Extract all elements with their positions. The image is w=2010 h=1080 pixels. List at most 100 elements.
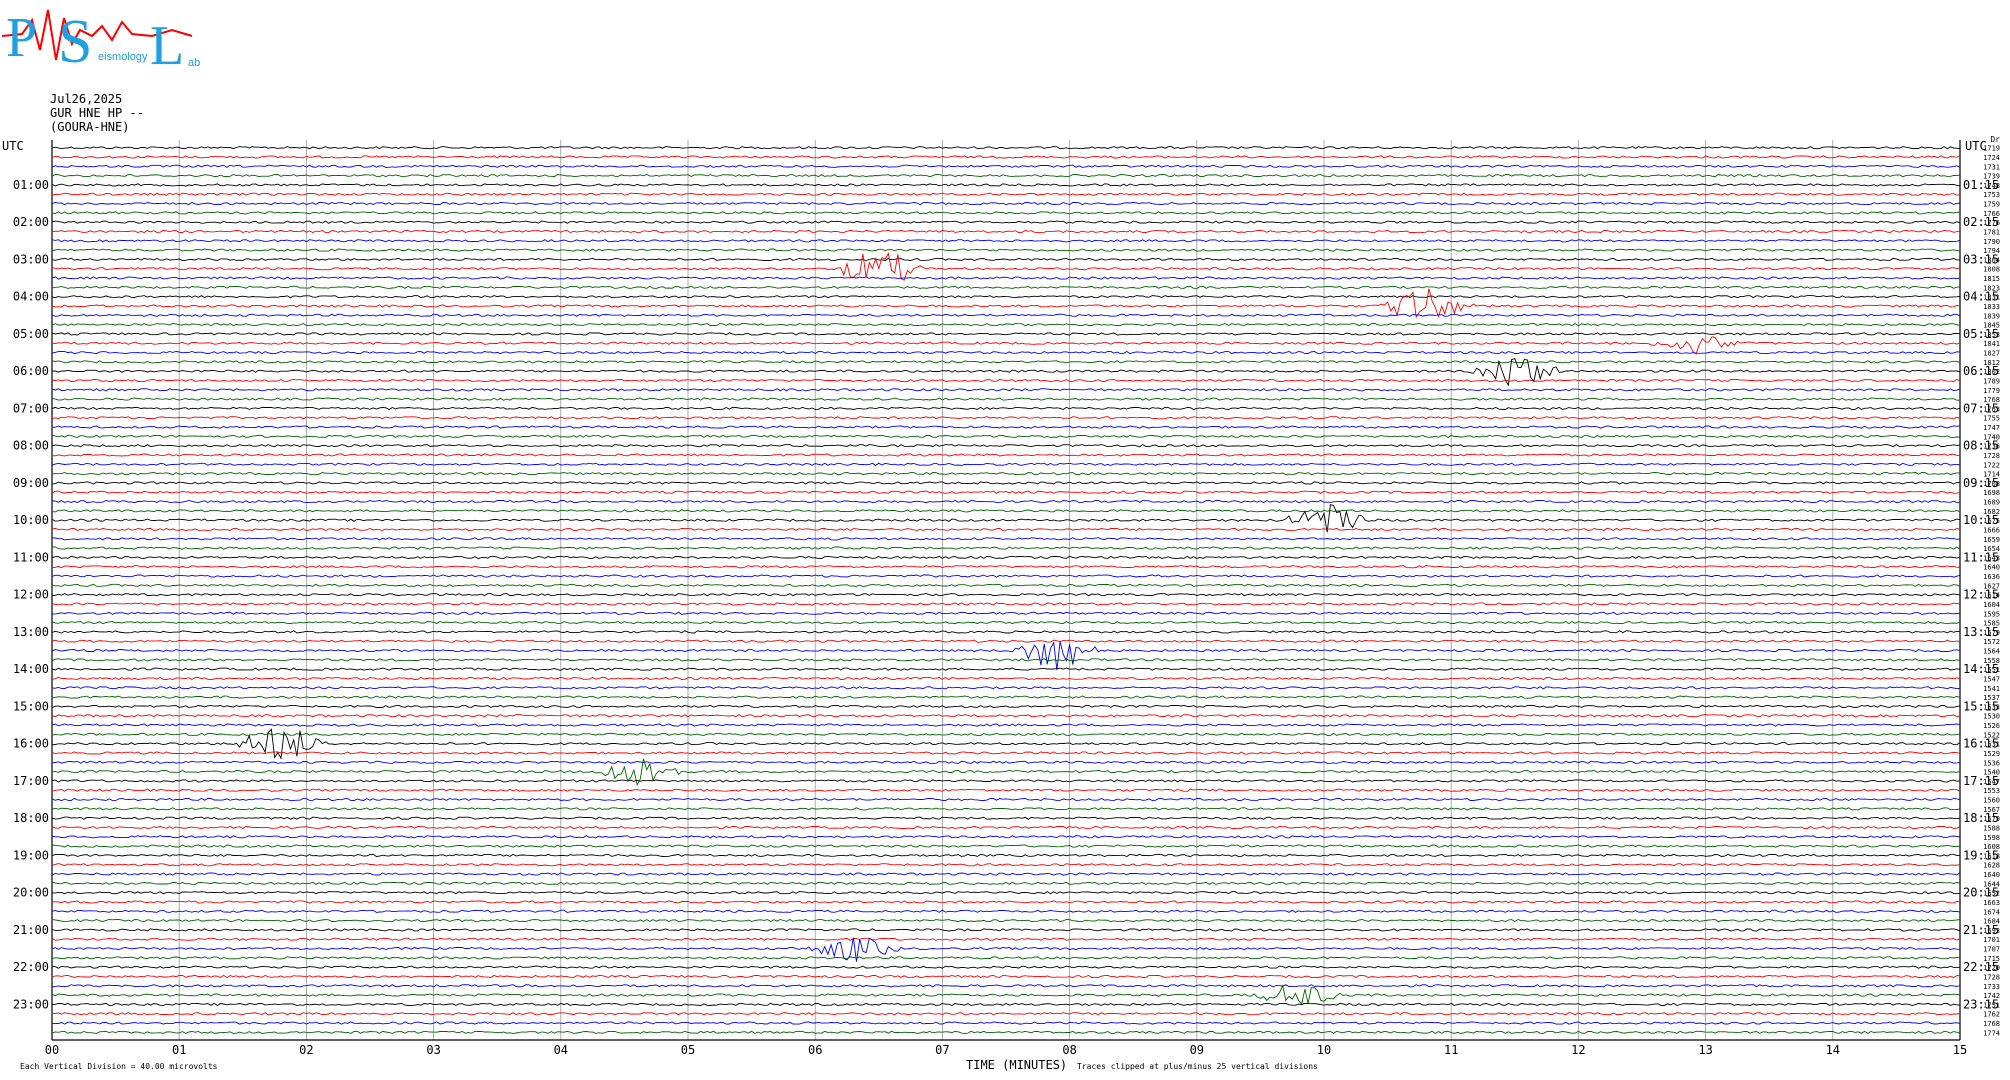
row-rms-value: 1595 xyxy=(1983,610,2000,618)
trace-row xyxy=(51,285,1961,289)
trace-row xyxy=(51,425,1961,429)
x-tick-label: 15 xyxy=(1953,1043,1967,1057)
right-time-label: 01:15 xyxy=(1963,178,1999,192)
right-time-label: 12:15 xyxy=(1963,588,1999,602)
trace-row xyxy=(51,807,1961,811)
trace-row xyxy=(51,593,1961,597)
x-tick-label: 06 xyxy=(808,1043,822,1057)
left-time-label: 19:00 xyxy=(13,848,49,862)
row-rms-value: 1731 xyxy=(1983,163,2000,171)
left-time-label: 01:00 xyxy=(13,178,49,192)
trace-row xyxy=(51,891,1961,895)
row-rms-value: 1663 xyxy=(1983,899,2000,907)
right-time-label: 02:15 xyxy=(1963,215,1999,229)
trace-row xyxy=(51,388,1961,392)
trace-row xyxy=(51,378,1961,383)
row-rms-value: 1588 xyxy=(1983,824,2000,832)
trace-row xyxy=(51,1030,1961,1034)
row-rms-value: 1536 xyxy=(1983,759,2000,767)
row-rms-value: 1815 xyxy=(1983,275,2000,283)
trace-row xyxy=(51,499,1961,504)
trace-row xyxy=(51,336,1961,355)
trace-row xyxy=(51,928,1961,932)
row-rms-value: 1839 xyxy=(1983,312,2000,320)
left-time-label: 07:00 xyxy=(13,401,49,415)
left-time-label: 12:00 xyxy=(13,588,49,602)
x-tick-label: 10 xyxy=(1317,1043,1331,1057)
row-rms-value: 1530 xyxy=(1983,713,2000,721)
right-time-label: 18:15 xyxy=(1963,811,1999,825)
right-time-label: 04:15 xyxy=(1963,290,1999,304)
row-rms-value: 1553 xyxy=(1983,787,2000,795)
row-rms-value: 1781 xyxy=(1983,228,2000,236)
trace-row xyxy=(52,1021,1961,1025)
left-time-label: 23:00 xyxy=(13,997,49,1011)
trace-row xyxy=(51,825,1961,830)
right-time-label: 20:15 xyxy=(1963,886,1999,900)
row-rms-value: 1666 xyxy=(1983,526,2000,534)
left-time-label: 02:00 xyxy=(13,215,49,229)
trace-row xyxy=(51,295,1961,299)
right-time-label: 05:15 xyxy=(1963,327,1999,341)
trace-row xyxy=(51,313,1961,317)
trace-row xyxy=(51,630,1961,634)
clip-note: Traces clipped at plus/minus 25 vertical… xyxy=(1077,1062,1318,1071)
trace-row xyxy=(51,481,1961,485)
right-time-label: 19:15 xyxy=(1963,848,1999,862)
trace-row xyxy=(51,918,1961,923)
row-rms-value: 1755 xyxy=(1983,415,2000,423)
row-rms-value: 1790 xyxy=(1983,238,2000,246)
row-rms-value: 1707 xyxy=(1983,946,2000,954)
trace-row xyxy=(51,956,1961,960)
trace-row xyxy=(51,555,1961,560)
left-axis-title: UTC xyxy=(2,139,24,153)
trace-row xyxy=(51,332,1961,336)
trace-row xyxy=(51,257,1960,261)
row-rms-value: 1724 xyxy=(1983,154,2000,162)
row-rms-value: 1701 xyxy=(1983,936,2000,944)
trace-row xyxy=(51,574,1961,578)
trace-row xyxy=(51,471,1960,476)
right-time-label: 10:15 xyxy=(1963,513,1999,527)
row-rms-value: 1728 xyxy=(1983,452,2000,460)
row-rms-value: 1628 xyxy=(1983,862,2000,870)
trace-row xyxy=(51,611,1961,615)
trace-row xyxy=(52,900,1961,904)
right-time-label: 08:15 xyxy=(1963,439,1999,453)
trace-row xyxy=(51,211,1961,215)
row-rms-value: 1640 xyxy=(1983,564,2000,572)
right-time-label: 06:15 xyxy=(1963,364,1999,378)
trace-row xyxy=(51,406,1961,411)
trace-row xyxy=(51,835,1961,839)
row-rms-value: 1564 xyxy=(1983,648,2000,656)
right-time-label: 11:15 xyxy=(1963,550,1999,564)
trace-row xyxy=(51,583,1961,587)
trace-row xyxy=(51,201,1961,206)
right-time-label: 23:15 xyxy=(1963,997,1999,1011)
trace-row xyxy=(51,641,1961,671)
trace-row xyxy=(51,527,1961,532)
row-rms-value: 1762 xyxy=(1983,1011,2000,1019)
trace-row xyxy=(51,462,1961,466)
trace-row xyxy=(51,453,1961,457)
trace-row xyxy=(51,229,1961,234)
row-rms-value: 1774 xyxy=(1983,1029,2000,1037)
trace-row xyxy=(51,779,1961,783)
x-tick-label: 04 xyxy=(554,1043,568,1057)
row-rms-value: 1789 xyxy=(1983,377,2000,385)
row-rms-value: 1722 xyxy=(1983,461,2000,469)
trace-row xyxy=(51,565,1961,569)
scale-note: Each Vertical Division = 40.00 microvolt… xyxy=(20,1062,218,1071)
trace-row xyxy=(51,444,1961,448)
trace-row xyxy=(51,322,1961,327)
trace-row xyxy=(51,164,1961,168)
x-tick-label: 00 xyxy=(45,1043,59,1057)
right-time-label: 15:15 xyxy=(1963,699,1999,713)
left-time-label: 13:00 xyxy=(13,625,49,639)
trace-row xyxy=(51,155,1961,159)
trace-row xyxy=(51,853,1961,858)
trace-row xyxy=(51,360,1961,364)
left-time-label: 20:00 xyxy=(13,886,49,900)
trace-row xyxy=(51,863,1961,867)
row-rms-value: 1636 xyxy=(1983,573,2000,581)
